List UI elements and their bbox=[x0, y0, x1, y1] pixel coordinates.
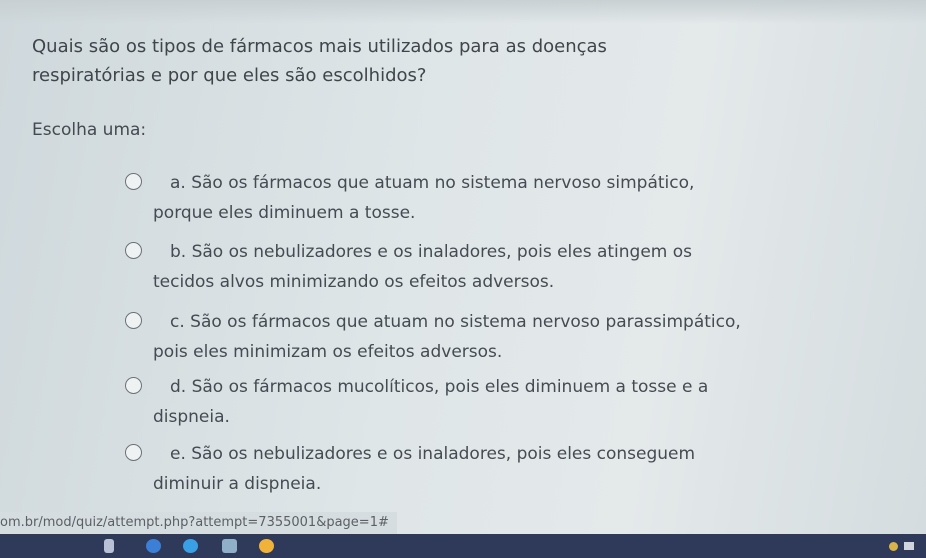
tray-icon[interactable] bbox=[889, 542, 898, 551]
option-a-line-2: porque eles diminuem a tosse. bbox=[153, 203, 416, 223]
option-b-line-2: tecidos alvos minimizando os efeitos adv… bbox=[153, 272, 555, 292]
option-d-line-1: d. São os fármacos mucolíticos, pois ele… bbox=[170, 377, 709, 397]
option-a[interactable]: a. São os fármacos que atuam no sistema … bbox=[125, 169, 845, 227]
option-c[interactable]: c. São os fármacos que atuam no sistema … bbox=[125, 308, 845, 366]
choose-prompt: Escolha uma: bbox=[32, 120, 147, 140]
file-explorer-icon[interactable] bbox=[222, 539, 237, 553]
option-c-line-2: pois eles minimizam os efeitos adversos. bbox=[153, 342, 503, 362]
option-b-line-1: b. São os nebulizadores e os inaladores,… bbox=[170, 242, 693, 262]
radio-option-a[interactable] bbox=[125, 173, 142, 190]
radio-option-b[interactable] bbox=[125, 242, 142, 259]
taskbar bbox=[0, 534, 926, 558]
status-bar-url: om.br/mod/quiz/attempt.php?attempt=73550… bbox=[0, 512, 397, 534]
option-d-line-2: dispneia. bbox=[153, 407, 230, 427]
app-icon[interactable] bbox=[146, 539, 161, 553]
option-d[interactable]: d. São os fármacos mucolíticos, pois ele… bbox=[125, 373, 845, 431]
radio-option-d[interactable] bbox=[125, 377, 142, 394]
top-shadow bbox=[0, 0, 926, 24]
task-view-icon[interactable] bbox=[104, 539, 114, 553]
option-e-line-2: diminuir a dispneia. bbox=[153, 474, 322, 494]
question-line-1: Quais são os tipos de fármacos mais util… bbox=[32, 36, 607, 57]
option-e-line-1: e. São os nebulizadores e os inaladores,… bbox=[170, 444, 696, 464]
browser-icon[interactable] bbox=[183, 539, 198, 553]
chrome-icon[interactable] bbox=[259, 539, 274, 553]
option-e[interactable]: e. São os nebulizadores e os inaladores,… bbox=[125, 440, 845, 498]
question-text: Quais são os tipos de fármacos mais util… bbox=[32, 32, 732, 90]
option-b[interactable]: b. São os nebulizadores e os inaladores,… bbox=[125, 238, 845, 296]
option-a-line-1: a. São os fármacos que atuam no sistema … bbox=[170, 173, 695, 193]
radio-option-e[interactable] bbox=[125, 444, 142, 461]
question-line-2: respiratórias e por que eles são escolhi… bbox=[32, 65, 427, 86]
radio-option-c[interactable] bbox=[125, 312, 142, 329]
option-c-line-1: c. São os fármacos que atuam no sistema … bbox=[170, 312, 741, 332]
battery-icon[interactable] bbox=[904, 542, 914, 550]
